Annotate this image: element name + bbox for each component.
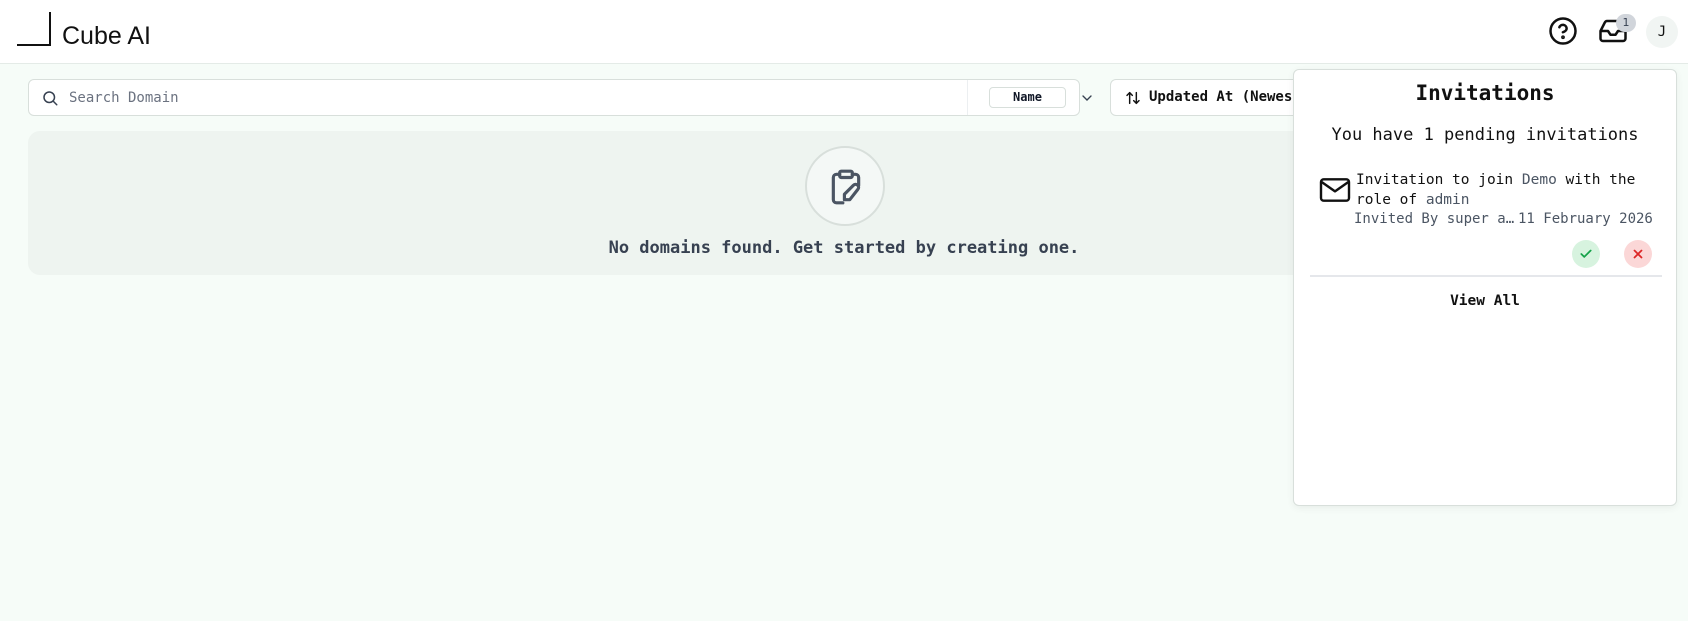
panel-divider (1310, 275, 1662, 277)
chevron-down-icon[interactable] (1079, 90, 1095, 106)
search-input[interactable] (69, 81, 989, 114)
invitations-title: Invitations (1415, 81, 1555, 105)
arrow-up-down-icon (1126, 91, 1140, 105)
invitation-invited-by: Invited By super admin (1354, 211, 1518, 227)
filter-divider (967, 80, 968, 115)
decline-invitation-button[interactable] (1624, 240, 1652, 268)
mail-icon (1319, 178, 1351, 202)
user-avatar[interactable]: J (1646, 16, 1678, 48)
top-header: Cube AI 1 J (0, 0, 1688, 64)
accept-invitation-button[interactable] (1572, 240, 1600, 268)
invitation-role: admin (1425, 192, 1470, 208)
clipboard-pen-icon (831, 169, 861, 205)
brand-name[interactable]: Cube AI (62, 22, 151, 51)
invitation-date: 11 February 2026 (1518, 211, 1653, 227)
cube-logo-icon[interactable] (17, 12, 53, 48)
help-circle-icon[interactable] (1548, 16, 1578, 46)
view-all-link[interactable]: View All (1294, 293, 1676, 309)
invitation-text: Invitation to join Demo with the role of… (1356, 170, 1656, 210)
search-icon (43, 91, 58, 106)
close-icon (1633, 249, 1643, 259)
invitations-subtitle: You have 1 pending invitations (1331, 125, 1639, 145)
empty-state-icon-circle (805, 146, 885, 226)
sort-button[interactable]: Updated At (Newest (1110, 79, 1300, 116)
notification-count-badge: 1 (1616, 14, 1636, 32)
search-bar: Name (28, 79, 1092, 116)
invitation-meta: Invited By super admin11 February 2026 (1354, 211, 1654, 227)
sort-label: Updated At (Newest (1149, 89, 1300, 105)
invitation-prefix: Invitation to join (1356, 172, 1514, 188)
search-field-select[interactable]: Name (989, 87, 1066, 108)
check-icon (1580, 249, 1592, 258)
invitation-domain: Demo (1521, 172, 1557, 188)
invitations-panel: Invitations You have 1 pending invitatio… (1293, 69, 1677, 506)
